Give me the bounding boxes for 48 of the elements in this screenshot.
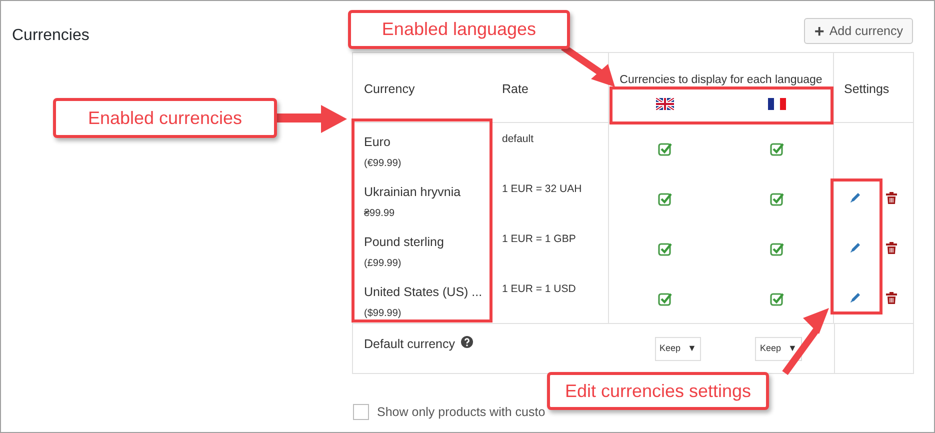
flag-icon bbox=[768, 98, 786, 110]
rate-text: 1 EUR = 1 USD bbox=[501, 282, 577, 297]
checkbox[interactable] bbox=[770, 242, 784, 256]
trash-icon[interactable] bbox=[886, 192, 897, 204]
callout: Enabled languages bbox=[348, 10, 570, 49]
checkbox[interactable] bbox=[770, 142, 784, 156]
checkbox[interactable] bbox=[658, 192, 672, 206]
pencil-icon[interactable] bbox=[849, 192, 861, 204]
trash-icon[interactable] bbox=[886, 292, 897, 304]
arrow bbox=[277, 105, 347, 133]
caret-icon: ▼ bbox=[788, 342, 797, 356]
rate-text: default bbox=[501, 132, 535, 147]
currency-price: (£99.99) bbox=[364, 256, 402, 271]
currency-price: ($99.99) bbox=[364, 306, 402, 321]
checkbox[interactable] bbox=[658, 142, 672, 156]
currency-name: United States (US) ... bbox=[364, 284, 484, 301]
checkbox[interactable] bbox=[770, 192, 784, 206]
currency-name: Ukrainian hryvnia bbox=[364, 184, 462, 201]
pencil-icon[interactable] bbox=[849, 242, 861, 254]
column-header: Currency bbox=[363, 81, 416, 98]
default-currency-label: Default currency bbox=[364, 336, 456, 353]
caret-icon: ▼ bbox=[688, 342, 696, 356]
pencil-icon[interactable] bbox=[849, 292, 861, 304]
column-header: Settings bbox=[843, 81, 890, 98]
checkbox[interactable] bbox=[658, 242, 672, 256]
checkbox[interactable] bbox=[353, 404, 369, 420]
callout: Edit currencies settings bbox=[547, 372, 769, 410]
section-title: Currencies bbox=[12, 26, 90, 46]
help-icon bbox=[461, 336, 474, 348]
currency-price: (€99.99) bbox=[364, 156, 402, 171]
rate-text: 1 EUR = 1 GBP bbox=[501, 232, 577, 247]
select-field[interactable]: Keep ▼ bbox=[654, 337, 702, 361]
trash-icon[interactable] bbox=[886, 242, 897, 254]
add-currency-button[interactable]: + Add currency bbox=[804, 18, 913, 44]
flag-icon bbox=[656, 98, 674, 110]
column-header: Currencies to display for each language bbox=[620, 73, 822, 88]
arrow bbox=[782, 308, 829, 376]
currency-price: ₴99.99 bbox=[364, 206, 396, 221]
currency-name: Pound sterling bbox=[364, 234, 445, 251]
column-header: Rate bbox=[501, 81, 530, 98]
currency-name: Euro bbox=[364, 134, 392, 151]
rate-text: 1 EUR = 32 UAH bbox=[501, 182, 583, 197]
plus-icon: + bbox=[814, 22, 824, 40]
select-field[interactable]: Keep ▼ bbox=[755, 337, 802, 361]
callout: Enabled currencies bbox=[53, 98, 277, 138]
checkbox[interactable] bbox=[770, 292, 784, 306]
checkbox[interactable] bbox=[658, 292, 672, 306]
checkbox-label: Show only products with custo bbox=[377, 404, 546, 421]
